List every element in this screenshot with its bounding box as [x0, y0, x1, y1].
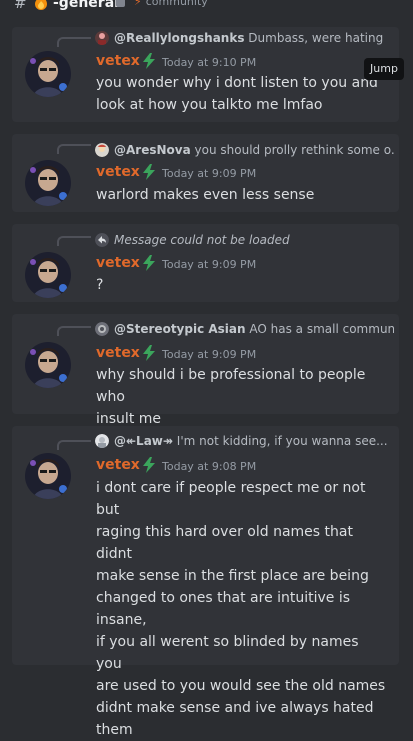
message-author[interactable]: vetex — [96, 345, 140, 361]
reply-preview-text: AO has a small commun... — [249, 322, 394, 336]
jump-button[interactable]: Jump — [364, 58, 404, 80]
fire-emoji-icon — [35, 0, 47, 10]
message-author[interactable]: vetex — [96, 164, 140, 180]
channel-header: # -general ⚡ community — [0, 0, 413, 16]
message-card[interactable]: @↞Law↠ I'm not kidding, if you wanna see… — [12, 426, 399, 738]
message-timestamp: Today at 9:09 PM — [162, 167, 257, 180]
message-content: ? — [96, 274, 386, 296]
reply-avatar[interactable] — [95, 143, 109, 157]
reply-author[interactable]: @↞Law↠ — [114, 434, 173, 448]
reply-spine — [57, 440, 91, 450]
reply-preview-text: I'm not kidding, if you wanna see... — [176, 434, 388, 448]
bolt-icon: ⚡ — [134, 0, 142, 8]
channel-topic-text: community — [145, 0, 208, 8]
message-author[interactable]: vetex — [96, 255, 140, 271]
reply-avatar[interactable] — [95, 322, 109, 336]
reply-preview[interactable]: @↞Law↠ I'm not kidding, if you wanna see… — [114, 434, 394, 448]
message-content: you wonder why i dont listen to you and … — [96, 72, 386, 116]
message-content: warlord makes even less sense — [96, 184, 386, 206]
reply-author[interactable]: @Reallylongshanks — [114, 31, 244, 45]
reply-preview[interactable]: @Reallylongshanks Dumbass, were hating — [114, 31, 394, 45]
reply-spine — [57, 37, 91, 47]
nitro-bolt-icon — [143, 457, 155, 473]
message-timestamp: Today at 9:09 PM — [162, 258, 257, 271]
nitro-bolt-icon — [143, 255, 155, 271]
message-line: you wonder why i dont listen to you and — [96, 75, 378, 91]
message-line: i dont care if people respect me or not … — [96, 480, 366, 518]
message-timestamp: Today at 9:08 PM — [162, 460, 257, 473]
message-line: are used to you would see the old names — [96, 678, 386, 694]
reply-preview[interactable]: @Stereotypic Asian AO has a small commun… — [114, 322, 394, 336]
message-line: why should i be professional to people w… — [96, 367, 366, 405]
channel-hash-icon: # — [14, 0, 27, 12]
message-card[interactable]: @AresNova you should prolly rethink some… — [12, 134, 399, 212]
message-timestamp: Today at 9:09 PM — [162, 348, 257, 361]
message-line: make sense in the first place are being — [96, 568, 369, 584]
nitro-bolt-icon — [143, 345, 155, 361]
message-content: why should i be professional to people w… — [96, 364, 386, 430]
message-line: look at how you talkto me lmfao — [96, 97, 323, 113]
user-avatar[interactable] — [25, 252, 71, 298]
reply-preview-text: you should prolly rethink some o... — [194, 143, 394, 157]
message-line: them — [96, 722, 133, 738]
message-card[interactable]: Message could not be loaded vetex Today … — [12, 224, 399, 302]
user-avatar[interactable] — [25, 51, 71, 97]
reply-author[interactable]: @AresNova — [114, 143, 191, 157]
reply-preview[interactable]: @AresNova you should prolly rethink some… — [114, 143, 394, 157]
message-line: raging this hard over old names that did… — [96, 524, 353, 562]
message-content: i dont care if people respect me or not … — [96, 477, 386, 741]
message-line: if you all werent so blinded by names yo… — [96, 634, 359, 672]
user-avatar[interactable] — [25, 453, 71, 499]
message-author[interactable]: vetex — [96, 457, 140, 473]
message-card[interactable]: @Stereotypic Asian AO has a small commun… — [12, 314, 399, 427]
nitro-bolt-icon — [143, 53, 155, 69]
reply-spine — [57, 326, 91, 336]
message-line: ? — [96, 277, 104, 293]
message-card[interactable]: @Reallylongshanks Dumbass, were hating v… — [12, 27, 404, 122]
reply-avatar[interactable] — [95, 31, 109, 45]
reply-error: Message could not be loaded — [114, 233, 290, 247]
message-line: changed to ones that are intuitive is in… — [96, 590, 351, 628]
reply-arrow-icon — [95, 233, 109, 247]
message-line: warlord makes even less sense — [96, 187, 315, 203]
user-avatar[interactable] — [25, 342, 71, 388]
reply-preview-text: Dumbass, were hating — [248, 31, 384, 45]
channel-name[interactable]: -general — [53, 0, 119, 11]
message-line: didnt make sense and ive always hated — [96, 700, 374, 716]
message-timestamp: Today at 9:10 PM — [162, 56, 257, 69]
thread-icon — [116, 0, 125, 7]
reply-spine — [57, 236, 91, 246]
channel-topic: ⚡ community — [134, 0, 208, 8]
nitro-bolt-icon — [143, 164, 155, 180]
reply-spine — [57, 144, 91, 154]
reply-author[interactable]: @Stereotypic Asian — [114, 322, 246, 336]
reply-avatar[interactable] — [95, 434, 109, 448]
message-author[interactable]: vetex — [96, 53, 140, 69]
user-avatar[interactable] — [25, 160, 71, 206]
